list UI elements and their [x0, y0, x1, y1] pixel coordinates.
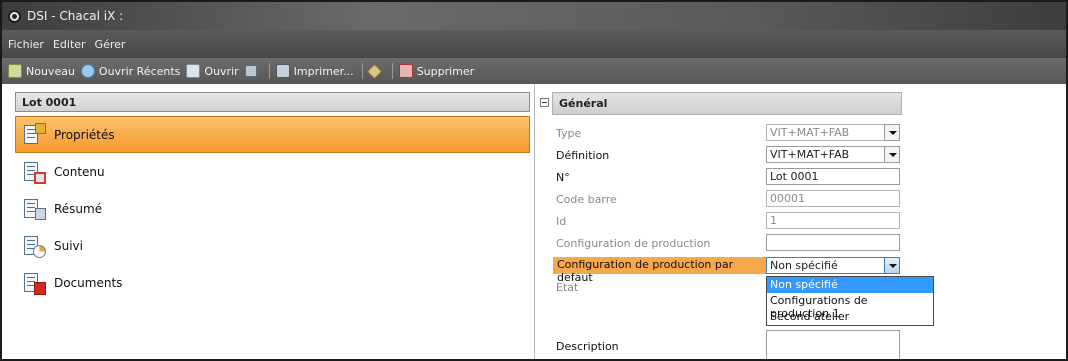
menu-file[interactable]: Fichier: [8, 38, 44, 51]
properties-panel: Général Type VIT+MAT+FAB Définition VIT+…: [536, 84, 1066, 359]
id-field[interactable]: 1: [766, 212, 900, 229]
window-title: DSI - Chacal iX :: [27, 9, 124, 23]
save-icon: [244, 65, 257, 77]
default-prod-config-value: Non spécifié: [770, 259, 838, 272]
section-header-general: Général: [552, 92, 902, 115]
definition-label: Définition: [556, 149, 610, 162]
prod-config-label: Configuration de production: [556, 237, 711, 250]
nav-item-properties[interactable]: Propriétés: [15, 116, 530, 153]
open-recent-button[interactable]: Ouvrir Récents: [80, 64, 181, 78]
barcode-label: Code barre: [556, 193, 617, 206]
wrench-icon: [366, 63, 382, 79]
print-icon: [275, 64, 290, 78]
barcode-field[interactable]: 00001: [766, 190, 900, 207]
open-icon: [186, 64, 201, 78]
collapse-icon[interactable]: [540, 98, 549, 107]
toolbar-separator: [268, 63, 270, 79]
nav-item-label: Résumé: [54, 201, 103, 216]
nav-item-summary[interactable]: Résumé: [15, 190, 530, 227]
dropdown-option[interactable]: Second atelier: [767, 309, 933, 325]
type-value: VIT+MAT+FAB: [770, 126, 850, 139]
prod-config-field[interactable]: [766, 234, 900, 251]
default-prod-config-label: Configuration de production par defaut: [553, 257, 766, 284]
id-value: 1: [770, 214, 777, 227]
menu-edit[interactable]: Editer: [53, 38, 86, 51]
default-prod-config-dropdown: Non spécifié Configurations de productio…: [766, 276, 934, 326]
id-label: Id: [556, 215, 567, 228]
description-field[interactable]: [766, 330, 900, 359]
new-button[interactable]: Nouveau: [8, 64, 75, 78]
save-button[interactable]: [244, 65, 261, 77]
navigation-list: Propriétés Contenu Résumé Suivi Document…: [15, 116, 530, 301]
nav-item-content[interactable]: Contenu: [15, 153, 530, 190]
menu-manage[interactable]: Gérer: [95, 38, 126, 51]
lot-header: Lot 0001: [15, 92, 530, 112]
properties-icon: [22, 122, 46, 147]
delete-button-label: Supprimer: [416, 64, 475, 78]
dropdown-option[interactable]: Configurations de production 1: [767, 293, 933, 320]
open-button[interactable]: Ouvrir: [186, 64, 239, 78]
barcode-value: 00001: [770, 192, 805, 205]
dropdown-option[interactable]: Non spécifié: [767, 277, 933, 293]
definition-select[interactable]: VIT+MAT+FAB: [766, 146, 900, 163]
new-document-icon: [8, 64, 22, 78]
default-prod-config-select[interactable]: Non spécifié: [766, 257, 900, 274]
nav-item-label: Propriétés: [54, 127, 115, 142]
number-field[interactable]: Lot 0001: [766, 168, 900, 185]
type-select[interactable]: VIT+MAT+FAB: [766, 124, 900, 141]
print-button-label: Imprimer...: [293, 64, 354, 78]
documents-icon: [22, 271, 46, 295]
tools-button[interactable]: [366, 63, 384, 79]
toolbar-separator: [361, 63, 363, 79]
number-label: N°: [556, 171, 570, 184]
open-recent-label: Ouvrir Récents: [98, 64, 181, 78]
title-bar: DSI - Chacal iX :: [2, 2, 1066, 30]
tracking-icon: [22, 234, 46, 258]
open-button-label: Ouvrir: [204, 64, 239, 78]
type-label: Type: [556, 127, 582, 140]
state-label: Etat: [556, 281, 579, 294]
content-icon: [22, 160, 46, 184]
chevron-down-icon[interactable]: [884, 146, 900, 163]
new-button-label: Nouveau: [26, 64, 75, 78]
nav-item-label: Suivi: [54, 238, 83, 253]
toolbar: Nouveau Ouvrir Récents Ouvrir Imprimer..…: [2, 58, 1066, 84]
description-label: Description: [556, 340, 619, 353]
app-logo-icon: [8, 9, 21, 23]
number-value: Lot 0001: [770, 170, 819, 183]
left-panel: Lot 0001 Propriétés Contenu Résumé Suivi…: [2, 84, 535, 359]
print-button[interactable]: Imprimer...: [275, 64, 354, 78]
nav-item-label: Documents: [54, 275, 123, 290]
chevron-down-icon[interactable]: [884, 257, 900, 274]
delete-button[interactable]: Supprimer: [398, 64, 475, 78]
delete-icon: [398, 64, 413, 78]
nav-item-tracking[interactable]: Suivi: [15, 227, 530, 264]
menu-bar: Fichier Editer Gérer: [2, 30, 1066, 58]
nav-item-documents[interactable]: Documents: [15, 264, 530, 301]
definition-value: VIT+MAT+FAB: [770, 148, 850, 161]
chevron-down-icon[interactable]: [884, 124, 900, 141]
recent-icon: [80, 64, 95, 78]
summary-icon: [22, 197, 46, 221]
nav-item-label: Contenu: [54, 164, 105, 179]
toolbar-separator: [391, 63, 393, 79]
